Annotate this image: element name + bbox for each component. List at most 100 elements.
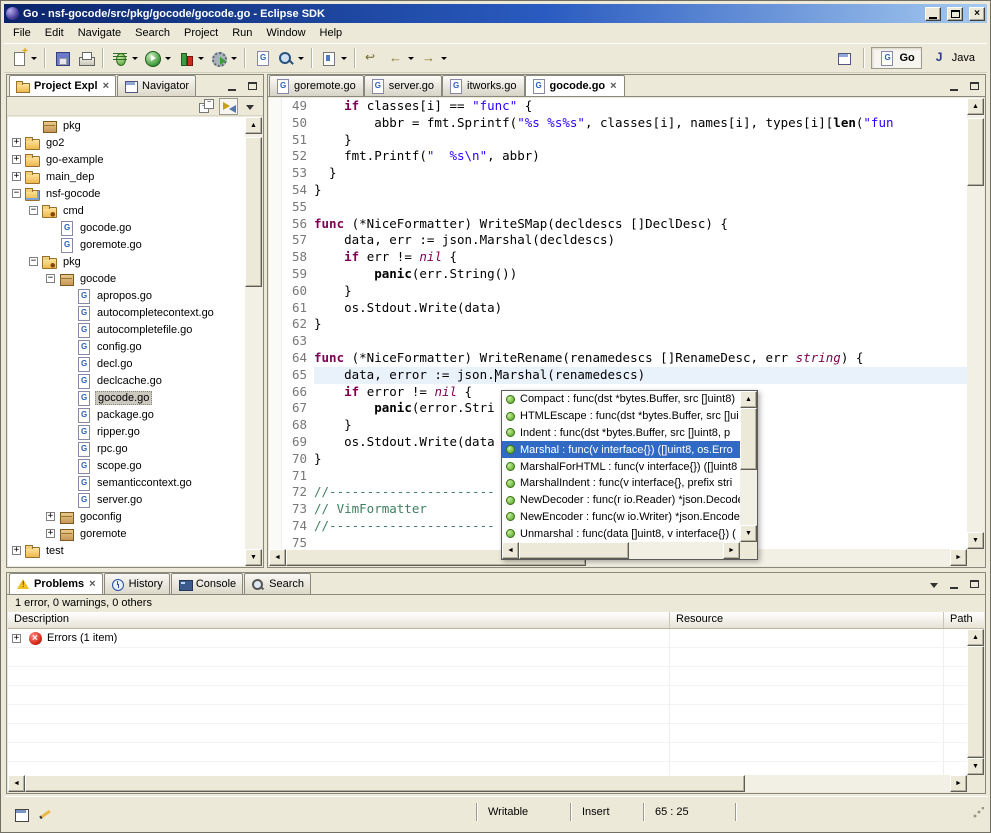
pencil-button[interactable] xyxy=(34,803,54,823)
editor-tab-itworks-go[interactable]: itworks.go xyxy=(442,75,525,96)
tree-item-gocode[interactable]: −gocode xyxy=(8,270,245,287)
back-button[interactable] xyxy=(385,47,416,69)
minimize-button[interactable] xyxy=(925,7,941,21)
scroll-down-button[interactable]: ▼ xyxy=(967,532,984,549)
tree-item-apropos-go[interactable]: apropos.go xyxy=(8,287,245,304)
close-button[interactable]: × xyxy=(969,7,985,21)
menu-edit[interactable]: Edit xyxy=(38,24,71,42)
run-button[interactable] xyxy=(142,47,173,69)
menu-file[interactable]: File xyxy=(6,24,38,42)
search-button[interactable] xyxy=(275,47,306,69)
tree-item-main-dep[interactable]: +main_dep xyxy=(8,168,245,185)
minimize-view-button[interactable] xyxy=(945,576,963,592)
coverage-button[interactable] xyxy=(175,47,206,69)
tree-item-scope-go[interactable]: scope.go xyxy=(8,457,245,474)
view-menu-button[interactable] xyxy=(925,576,943,592)
editor-tab-goremote-go[interactable]: goremote.go xyxy=(269,75,364,96)
code-line-61[interactable]: os.Stdout.Write(data) xyxy=(314,300,967,317)
popup-vertical-scrollbar[interactable]: ▲ ▼ xyxy=(740,391,757,542)
tree-item-gocode-go[interactable]: gocode.go xyxy=(8,219,245,236)
code-line-52[interactable]: fmt.Printf(" %s\n", abbr) xyxy=(314,148,967,165)
perspective-java-button[interactable]: Java xyxy=(924,47,982,69)
menu-navigate[interactable]: Navigate xyxy=(71,24,128,42)
tree-expander-plus[interactable]: + xyxy=(12,138,21,147)
tab-project-explorer[interactable]: Project Expl × xyxy=(9,75,116,96)
tree-item-pkg[interactable]: pkg xyxy=(8,117,245,134)
maximize-view-button[interactable] xyxy=(243,78,261,94)
code-line-53[interactable]: } xyxy=(314,165,967,182)
tree-expander-minus[interactable]: − xyxy=(29,257,38,266)
scroll-left-button[interactable]: ◄ xyxy=(502,542,519,559)
completion-item-compact[interactable]: Compact : func(dst *bytes.Buffer, src []… xyxy=(502,391,740,408)
titlebar[interactable]: Go - nsf-gocode/src/pkg/gocode/gocode.go… xyxy=(4,4,987,23)
scroll-up-button[interactable]: ▲ xyxy=(740,391,757,408)
tree-expander-minus[interactable]: − xyxy=(46,274,55,283)
scroll-up-button[interactable]: ▲ xyxy=(967,629,984,646)
menu-search[interactable]: Search xyxy=(128,24,177,42)
external-tools-dropdown-arrow[interactable] xyxy=(231,57,237,60)
scroll-left-button[interactable]: ◄ xyxy=(269,549,286,566)
coverage-dropdown-arrow[interactable] xyxy=(198,57,204,60)
collapse-all-button[interactable] xyxy=(197,98,216,115)
debug-button[interactable] xyxy=(109,47,140,69)
tree-item-autocompletecontext-go[interactable]: autocompletecontext.go xyxy=(8,304,245,321)
menu-run[interactable]: Run xyxy=(225,24,259,42)
tree-scrollbar[interactable]: ▲ ▼ xyxy=(245,117,262,566)
new-go-element-button[interactable] xyxy=(251,47,273,69)
scrollbar-thumb[interactable] xyxy=(967,646,984,758)
tree-item-server-go[interactable]: server.go xyxy=(8,491,245,508)
open-task-dropdown-arrow[interactable] xyxy=(341,57,347,60)
code-line-63[interactable] xyxy=(314,333,967,350)
scroll-right-button[interactable]: ► xyxy=(723,542,740,559)
tree-item-goremote[interactable]: +goremote xyxy=(8,525,245,542)
resize-grip[interactable] xyxy=(972,807,984,819)
code-line-62[interactable]: } xyxy=(314,316,967,333)
code-line-65[interactable]: data, error := json.Marshal(renamedescs) xyxy=(314,367,967,384)
scroll-down-button[interactable]: ▼ xyxy=(967,758,984,775)
tree-item-decl-go[interactable]: decl.go xyxy=(8,355,245,372)
tree-item-package-go[interactable]: package.go xyxy=(8,406,245,423)
back-dropdown-arrow[interactable] xyxy=(408,57,414,60)
column-description[interactable]: Description xyxy=(8,612,670,628)
column-resource[interactable]: Resource xyxy=(670,612,944,628)
close-tab-icon[interactable]: × xyxy=(610,80,616,92)
forward-button[interactable] xyxy=(418,47,449,69)
editor-tab-server-go[interactable]: server.go xyxy=(364,75,442,96)
tree-item-goremote-go[interactable]: goremote.go xyxy=(8,236,245,253)
code-line-56[interactable]: func (*NiceFormatter) WriteSMap(decldesc… xyxy=(314,216,967,233)
scroll-right-button[interactable]: ► xyxy=(950,549,967,566)
scrollbar-thumb[interactable] xyxy=(245,137,262,287)
code-line-51[interactable]: } xyxy=(314,132,967,149)
completion-item-newencoder[interactable]: NewEncoder : func(w io.Writer) *json.Enc… xyxy=(502,509,740,526)
tree-expander-minus[interactable]: − xyxy=(29,206,38,215)
code-line-64[interactable]: func (*NiceFormatter) WriteRename(rename… xyxy=(314,350,967,367)
column-path[interactable]: Path xyxy=(944,612,984,628)
completion-item-unmarshal[interactable]: Unmarshal : func(data []uint8, v interfa… xyxy=(502,525,740,542)
tree-item-go-example[interactable]: +go-example xyxy=(8,151,245,168)
problems-row-errors[interactable]: + Errors (1 item) xyxy=(8,629,967,648)
tree-item-ripper-go[interactable]: ripper.go xyxy=(8,423,245,440)
problems-vertical-scrollbar[interactable]: ▲ ▼ xyxy=(967,629,984,775)
close-tab-icon[interactable]: × xyxy=(103,80,109,92)
tree-expander-minus[interactable]: − xyxy=(12,189,21,198)
external-tools-button[interactable] xyxy=(208,47,239,69)
scrollbar-thumb[interactable] xyxy=(25,775,745,792)
open-perspective-button[interactable] xyxy=(834,47,856,69)
row-expander-plus[interactable]: + xyxy=(12,634,21,643)
code-line-60[interactable]: } xyxy=(314,283,967,300)
completion-item-marshalforhtml[interactable]: MarshalForHTML : func(v interface{}) ([]… xyxy=(502,458,740,475)
tree-expander-plus[interactable]: + xyxy=(46,512,55,521)
editor-vertical-scrollbar[interactable]: ▲ ▼ xyxy=(967,98,984,549)
tree-expander-plus[interactable]: + xyxy=(46,529,55,538)
debug-dropdown-arrow[interactable] xyxy=(132,57,138,60)
forward-dropdown-arrow[interactable] xyxy=(441,57,447,60)
maximize-view-button[interactable] xyxy=(965,576,983,592)
scroll-down-button[interactable]: ▼ xyxy=(245,549,262,566)
tree-expander-plus[interactable]: + xyxy=(12,155,21,164)
code-line-54[interactable]: } xyxy=(314,182,967,199)
new-wizard-button[interactable] xyxy=(8,47,39,69)
tree-item-declcache-go[interactable]: declcache.go xyxy=(8,372,245,389)
print-button[interactable] xyxy=(75,47,97,69)
code-line-55[interactable] xyxy=(314,199,967,216)
link-with-editor-button[interactable] xyxy=(219,98,238,115)
